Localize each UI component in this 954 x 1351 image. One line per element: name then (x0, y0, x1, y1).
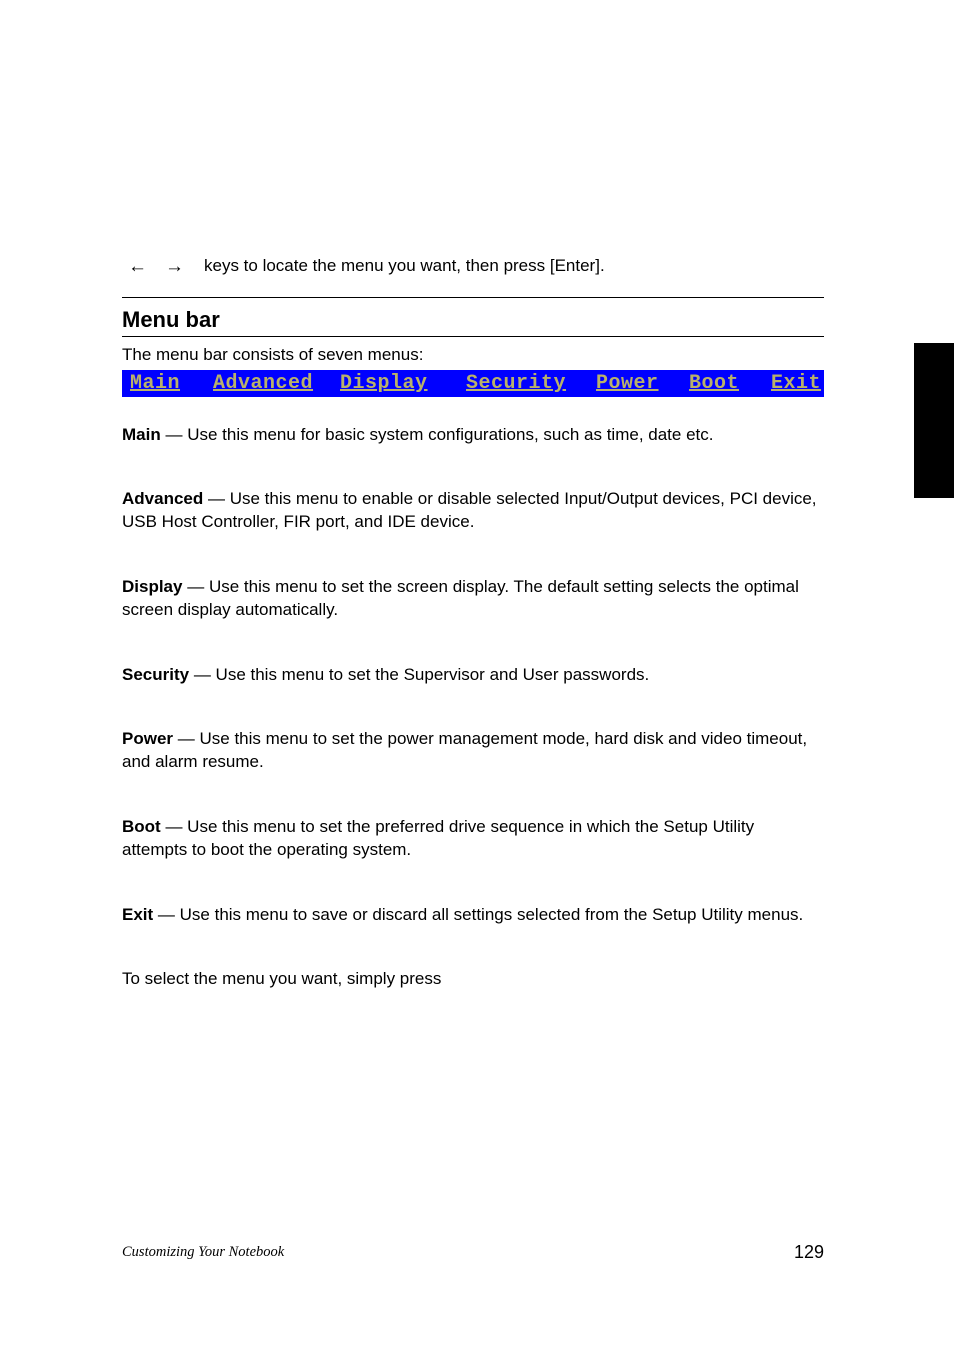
menu-name: Display (122, 577, 182, 596)
page-root: ←→ keys to locate the menu you want, the… (0, 0, 954, 1351)
menu-item-security: Security — Use this menu to set the Supe… (122, 664, 822, 687)
chapter-index-tab (914, 343, 954, 498)
bios-tab-exit[interactable]: Exit (771, 370, 821, 397)
footer-chapter-title: Customizing Your Notebook (122, 1244, 284, 1261)
bios-menu-bar: Main Advanced Display Security Power Boo… (122, 370, 824, 397)
bios-tab-security[interactable]: Security (466, 370, 566, 397)
menu-name: Exit (122, 905, 153, 924)
menu-name: Security (122, 665, 189, 684)
intro-text: The menu bar consists of seven menus: (122, 344, 822, 367)
menu-name: Main (122, 425, 161, 444)
menu-desc: Use this menu to set the power managemen… (122, 729, 807, 771)
menu-desc: Use this menu to set the Supervisor and … (216, 665, 650, 684)
separator-under-heading (122, 336, 824, 337)
menu-desc: Use this menu to save or discard all set… (180, 905, 804, 924)
arrow-left-icon: ← (128, 256, 147, 277)
menu-item-main: Main — Use this menu for basic system co… (122, 424, 822, 447)
arrow-icons: ←→ (128, 256, 184, 278)
menu-desc: Use this menu to set the preferred drive… (122, 817, 754, 859)
closing-text: To select the menu you want, simply pres… (122, 968, 822, 991)
menu-item-boot: Boot — Use this menu to set the preferre… (122, 816, 822, 862)
menu-name: Boot (122, 817, 161, 836)
menu-item-exit: Exit — Use this menu to save or discard … (122, 904, 822, 927)
menu-item-power: Power — Use this menu to set the power m… (122, 728, 822, 774)
arrow-right-icon: → (165, 256, 184, 277)
bios-tab-advanced[interactable]: Advanced (213, 370, 313, 397)
menu-name: Power (122, 729, 173, 748)
footer-page-number: 129 (794, 1242, 824, 1263)
menu-desc: Use this menu to enable or disable selec… (122, 489, 817, 531)
menu-item-display: Display — Use this menu to set the scree… (122, 576, 822, 622)
nav-instruction: keys to locate the menu you want, then p… (204, 255, 824, 278)
bios-tab-display[interactable]: Display (340, 370, 428, 397)
section-heading: Menu bar (122, 307, 220, 333)
bios-tab-power[interactable]: Power (596, 370, 659, 397)
menu-desc: Use this menu for basic system configura… (187, 425, 713, 444)
menu-name: Advanced (122, 489, 203, 508)
bios-tab-main[interactable]: Main (130, 370, 180, 397)
separator-top (122, 297, 824, 298)
menu-item-advanced: Advanced — Use this menu to enable or di… (122, 488, 822, 534)
menu-desc: Use this menu to set the screen display.… (122, 577, 799, 619)
bios-tab-boot[interactable]: Boot (689, 370, 739, 397)
